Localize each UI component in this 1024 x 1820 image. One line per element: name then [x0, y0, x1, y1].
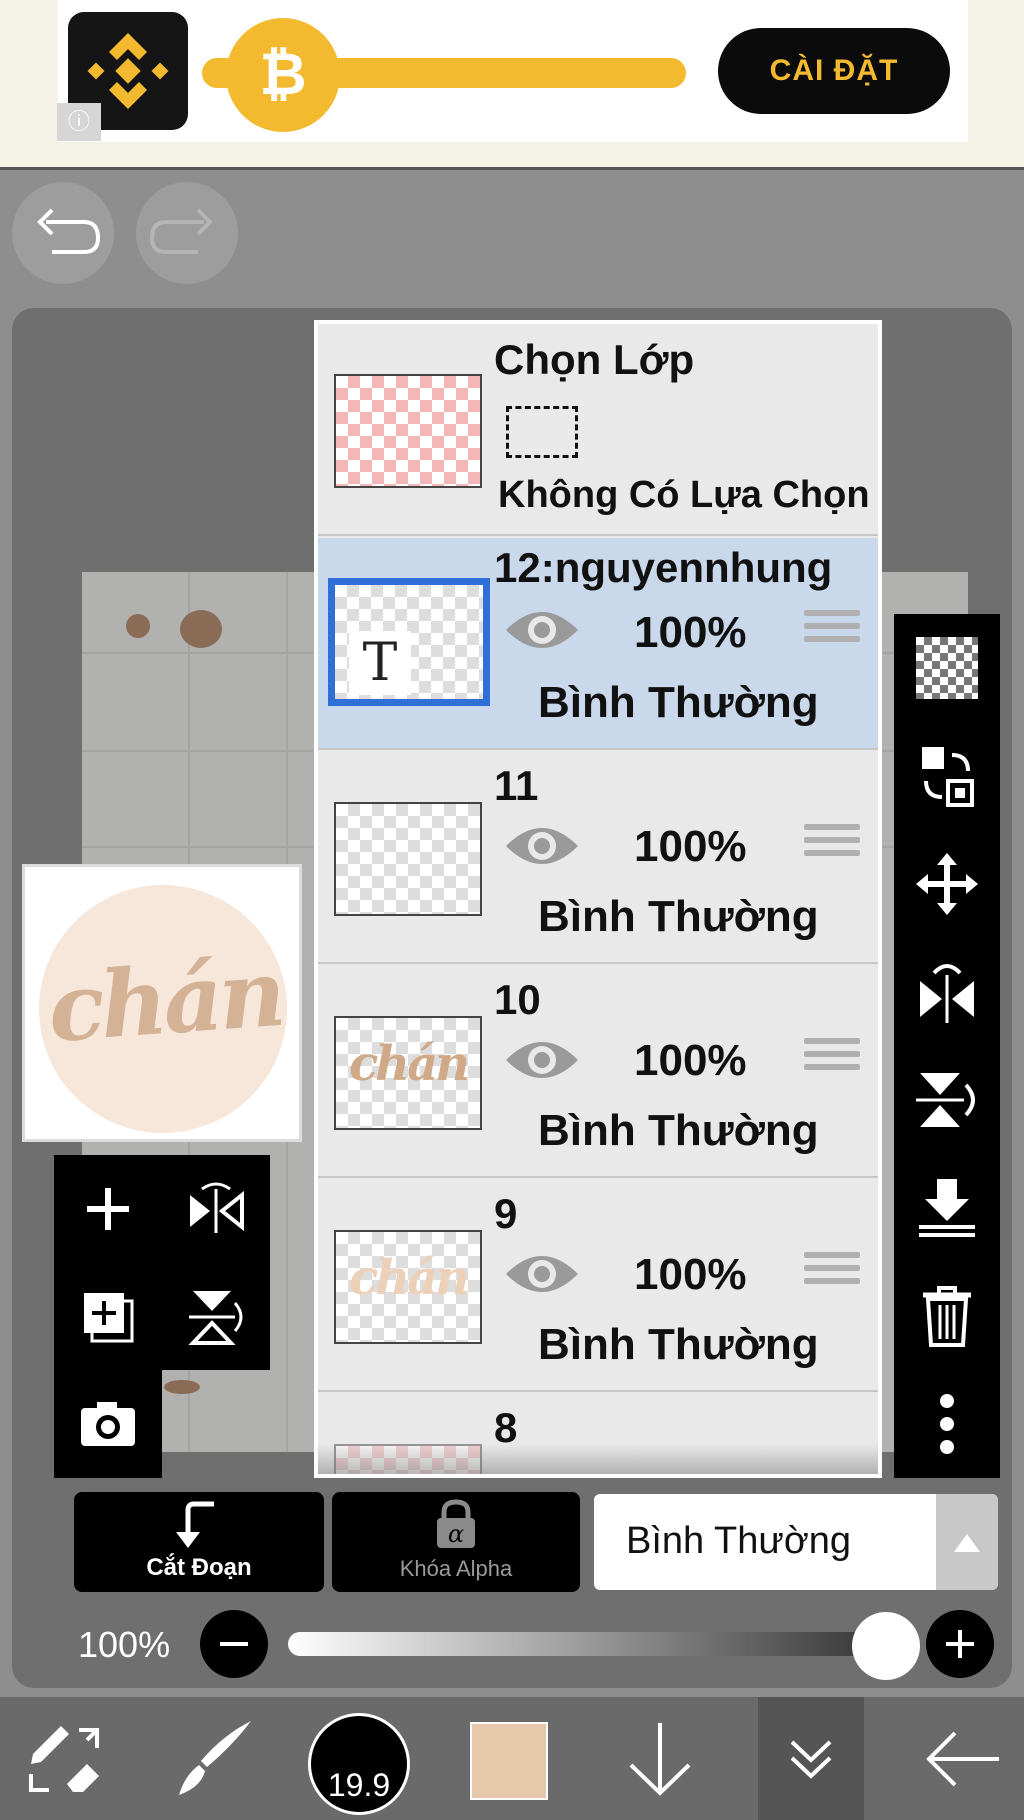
canvas-preview[interactable]: chán	[22, 864, 302, 1142]
paint-splat	[180, 610, 222, 648]
left-tool-panel-camera	[54, 1370, 162, 1478]
opacity-label: 100%	[78, 1624, 171, 1665]
layer-opacity: 100%	[634, 1250, 747, 1299]
svg-text:α: α	[448, 1520, 464, 1548]
layers-toggle-icon[interactable]	[758, 1697, 864, 1820]
layer-row[interactable]: chán 9 100% Bình Thường	[318, 1180, 878, 1392]
layer-thumbnail: chán	[334, 1016, 482, 1130]
layer-name: 10	[494, 976, 541, 1023]
paint-splat	[164, 1380, 200, 1394]
layer-name: 12:nguyennhung	[494, 544, 833, 591]
layer-name: 11	[494, 762, 539, 809]
layer-row[interactable]: 11 100% Bình Thường	[318, 752, 878, 964]
transparency-grid-icon[interactable]	[894, 614, 1000, 722]
layer-blend-mode: Bình Thường	[538, 678, 819, 727]
svg-text:₿: ₿	[259, 42, 306, 107]
arrow-down-icon[interactable]	[620, 1697, 700, 1820]
blend-mode-value: Bình Thường	[626, 1520, 852, 1562]
selection-title: Chọn Lớp	[494, 336, 695, 383]
layer-thumbnail	[334, 802, 482, 916]
preview-text: chán	[44, 938, 286, 1064]
opacity-slider-track[interactable]	[288, 1632, 888, 1656]
brush-size-indicator[interactable]: 19.9	[308, 1713, 410, 1815]
opacity-slider-knob[interactable]	[852, 1612, 920, 1680]
selection-thumbnail	[334, 374, 482, 488]
layer-thumbnail-art: chán	[348, 1250, 470, 1306]
camera-icon[interactable]	[54, 1370, 162, 1478]
minus-icon	[220, 1642, 248, 1646]
swap-layer-icon[interactable]	[894, 722, 1000, 830]
flip-horizontal-icon[interactable]	[894, 938, 1000, 1046]
clipping-arrow-icon	[176, 1501, 214, 1548]
undo-button[interactable]	[12, 182, 114, 284]
flip-vertical-icon[interactable]	[162, 1263, 270, 1371]
layer-opacity: 100%	[634, 608, 747, 657]
more-options-icon[interactable]	[894, 1370, 1000, 1478]
selection-marquee-icon	[506, 406, 578, 458]
ad-info-icon[interactable]: ⓘ	[57, 103, 101, 141]
flip-horizontal-icon[interactable]	[162, 1155, 270, 1263]
layer-name: 9	[494, 1190, 518, 1237]
layer-blend-mode: Bình Thường	[538, 892, 819, 941]
layer-thumbnail-art: chán	[348, 1036, 470, 1092]
left-tool-panel	[54, 1155, 270, 1370]
drag-handle-icon[interactable]	[804, 824, 860, 872]
visibility-eye-icon[interactable]	[504, 1250, 580, 1298]
layer-opacity: 100%	[634, 822, 747, 871]
visibility-eye-icon[interactable]	[504, 822, 580, 870]
layer-row[interactable]: chán 10 100% Bình Thường	[318, 966, 878, 1178]
blend-mode-select[interactable]: Bình Thường	[594, 1494, 998, 1590]
lock-icon: α	[437, 1499, 475, 1548]
plus-icon	[946, 1630, 974, 1658]
move-icon[interactable]	[894, 830, 1000, 938]
visibility-eye-icon[interactable]	[504, 606, 580, 654]
layer-row[interactable]: T 12:nguyennhung 100% Bình Thường	[318, 538, 878, 750]
alpha-lock-label: Khóa Alpha	[399, 1556, 513, 1581]
brush-size-value: 19.9	[327, 1767, 391, 1803]
back-arrow-icon[interactable]	[918, 1697, 1008, 1820]
selection-layer-row[interactable]: Chọn Lớp Không Có Lựa Chọn	[318, 324, 878, 536]
drag-handle-icon[interactable]	[804, 610, 860, 658]
bitcoin-icon[interactable]: ₿	[226, 18, 340, 132]
layer-thumbnail: chán	[334, 1230, 482, 1344]
drag-handle-icon[interactable]	[804, 1038, 860, 1086]
layer-row[interactable]: 8	[318, 1394, 878, 1474]
scroll-fade	[318, 1444, 878, 1474]
paint-splat	[126, 614, 150, 638]
brush-icon[interactable]	[168, 1697, 258, 1820]
clipping-label: Cắt Đoạn	[146, 1554, 252, 1581]
right-tool-panel	[894, 614, 1000, 1478]
tool-switch-icon[interactable]	[14, 1697, 114, 1820]
ad-install-button[interactable]: CÀI ĐẶT	[718, 28, 950, 114]
chevron-up-icon[interactable]	[936, 1494, 998, 1590]
add-layer-icon[interactable]	[54, 1155, 162, 1263]
redo-icon	[149, 208, 213, 254]
color-swatch[interactable]	[470, 1722, 548, 1800]
layer-opacity: 100%	[634, 1036, 747, 1085]
layer-blend-mode: Bình Thường	[538, 1320, 819, 1369]
layers-panel[interactable]: Chọn Lớp Không Có Lựa Chọn T 12:nguyennh…	[314, 320, 882, 1478]
alpha-lock-button[interactable]: α Khóa Alpha	[332, 1492, 580, 1592]
ad-banner[interactable]: ⓘ ₿ CÀI ĐẶT	[0, 0, 1024, 170]
visibility-eye-icon[interactable]	[504, 1036, 580, 1084]
redo-button[interactable]	[136, 182, 238, 284]
opacity-increase-button[interactable]	[926, 1610, 994, 1678]
merge-down-icon[interactable]	[894, 1154, 1000, 1262]
opacity-decrease-button[interactable]	[200, 1610, 268, 1678]
clipping-button[interactable]: Cắt Đoạn	[74, 1492, 324, 1592]
undo-icon	[37, 208, 101, 254]
duplicate-layer-icon[interactable]	[54, 1263, 162, 1371]
drag-handle-icon[interactable]	[804, 1252, 860, 1300]
app-root: ⓘ ₿ CÀI ĐẶT chán Chọn Lớp Không Có Lựa C…	[0, 0, 1024, 1820]
layer-thumbnail: T	[328, 578, 490, 706]
layer-blend-mode: Bình Thường	[538, 1106, 819, 1155]
selection-subtitle: Không Có Lựa Chọn	[498, 474, 870, 516]
text-layer-icon: T	[349, 631, 411, 695]
flip-vertical-icon[interactable]	[894, 1046, 1000, 1154]
trash-icon[interactable]	[894, 1262, 1000, 1370]
